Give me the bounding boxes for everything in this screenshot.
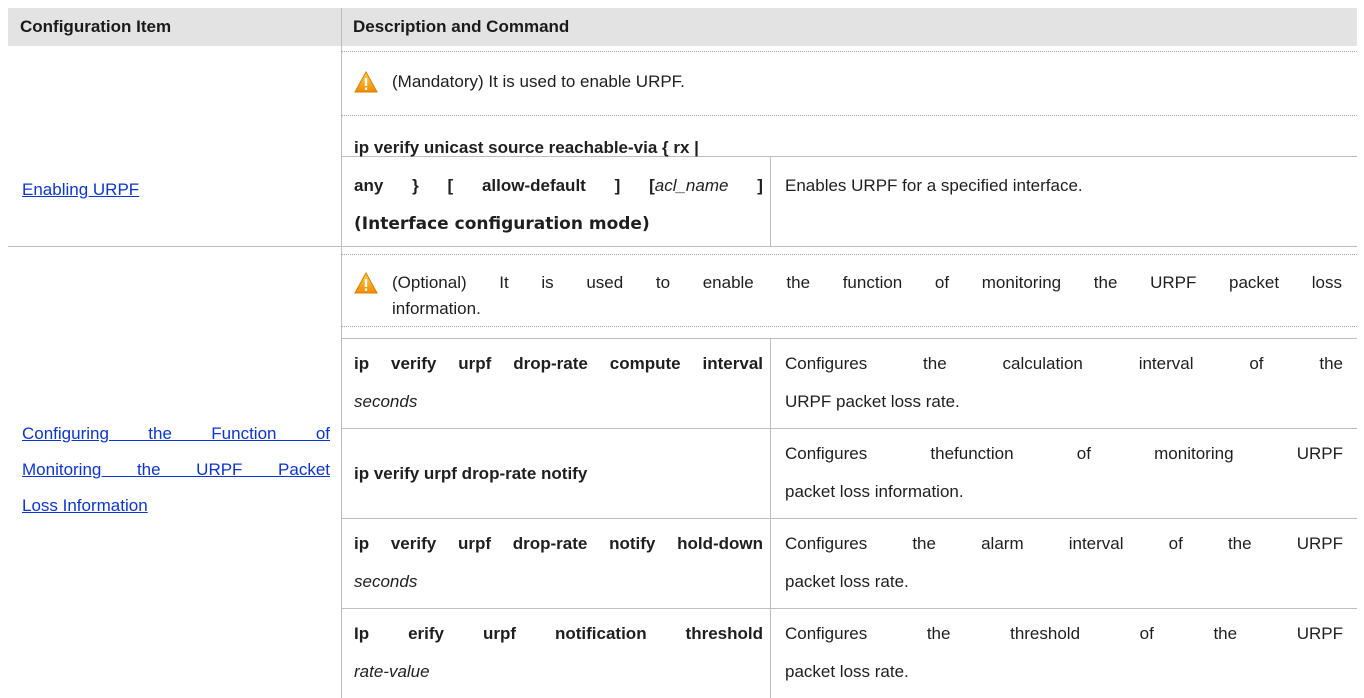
- header-configuration-item: Configuration Item: [8, 8, 341, 46]
- command-token: any: [354, 176, 384, 195]
- enabling-urpf-link[interactable]: Enabling URPF: [22, 180, 139, 199]
- command-token: }: [412, 176, 419, 195]
- command-description: Configures the threshold of the URPF: [785, 624, 1343, 643]
- command-line: ip verify urpf drop-rate compute interva…: [354, 354, 763, 373]
- configuration-item-cell: Configuring the Function of Monitoring t…: [22, 416, 330, 524]
- command-description: Configures thefunction of monitoring URP…: [785, 444, 1343, 463]
- command-description: Configures the calculation interval of t…: [785, 354, 1343, 373]
- command-description: URPF packet loss rate.: [785, 392, 960, 411]
- command-line: Ip erify urpf notification threshold: [354, 624, 763, 643]
- note-text: information.: [392, 299, 481, 318]
- warning-icon: [354, 71, 378, 93]
- command-token: [: [447, 176, 454, 195]
- command-mode: (Interface configuration mode): [354, 214, 650, 234]
- row-divider: [341, 338, 1357, 339]
- link-line: Monitoring the URPF Packet: [22, 460, 330, 479]
- command-token: ]: [757, 176, 763, 195]
- command-argument: acl_name: [654, 176, 729, 195]
- command-argument: rate-value: [354, 662, 430, 681]
- note-text: (Optional) It is used to enable the func…: [392, 273, 1342, 292]
- note-text: (Mandatory) It is used to enable URPF.: [392, 72, 685, 91]
- configuring-monitoring-link[interactable]: Configuring the Function of Monitoring t…: [22, 416, 330, 524]
- command-line: ip verify unicast source reachable-via {…: [354, 138, 699, 157]
- command-argument: seconds: [354, 392, 418, 411]
- row-divider: [341, 428, 1357, 429]
- command-description: packet loss rate.: [785, 572, 909, 591]
- command-token: allow-default: [481, 176, 586, 195]
- command-token: [acl_name: [649, 176, 729, 195]
- note-border: [341, 254, 1357, 255]
- command-argument: seconds: [354, 572, 418, 591]
- command-description: Configures the alarm interval of the URP…: [785, 534, 1343, 553]
- note-border: [341, 51, 1357, 52]
- warning-icon: [354, 272, 378, 294]
- note-border: [341, 115, 1357, 116]
- command-token: ]: [614, 176, 621, 195]
- command-line: ip verify urpf drop-rate notify hold-dow…: [354, 534, 763, 553]
- link-line: Loss Information: [22, 496, 148, 515]
- column-divider: [341, 8, 342, 698]
- configuration-item-cell: Enabling URPF: [22, 171, 139, 209]
- command-description: packet loss rate.: [785, 662, 909, 681]
- note-border: [341, 326, 1357, 327]
- row-divider: [341, 518, 1357, 519]
- row-divider: [341, 608, 1357, 609]
- command-description: packet loss information.: [785, 482, 964, 501]
- column-divider: [770, 156, 771, 246]
- command-line: any } [ allow-default ] [acl_name ]: [354, 167, 763, 205]
- row-divider: [8, 246, 1357, 247]
- link-line: Configuring the Function of: [22, 424, 330, 443]
- command-description: Enables URPF for a specified interface.: [785, 176, 1083, 195]
- header-description-and-command: Description and Command: [341, 8, 1357, 46]
- command-line: ip verify urpf drop-rate notify: [354, 464, 588, 483]
